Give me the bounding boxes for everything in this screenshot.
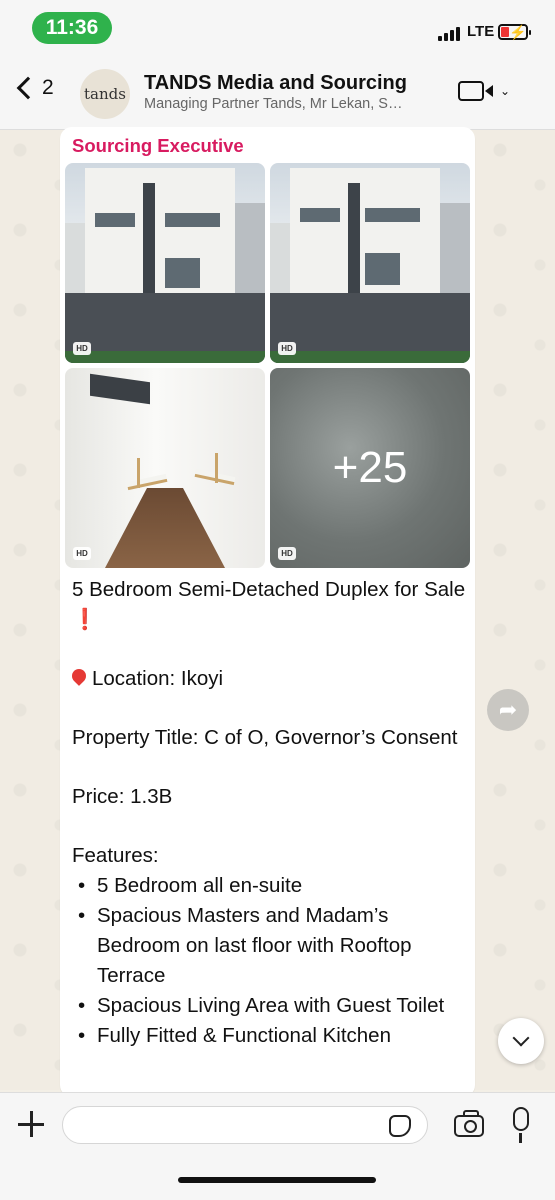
media-thumbnail[interactable]: HD [65, 163, 265, 363]
media-thumbnail[interactable]: HD [65, 368, 265, 568]
video-call-button[interactable]: ⌄ [458, 81, 510, 101]
microphone-icon[interactable] [513, 1107, 529, 1143]
scroll-to-bottom-button[interactable] [498, 1018, 544, 1064]
chevron-down-icon: ⌄ [500, 84, 511, 98]
forward-icon: ➦ [498, 697, 518, 722]
hd-badge: HD [278, 547, 296, 560]
chat-header: 2 tands TANDS Media and Sourcing Managin… [0, 58, 555, 130]
chat-title[interactable]: TANDS Media and Sourcing [144, 72, 407, 95]
location-pin-icon [69, 666, 89, 686]
feature-item: Spacious Masters and Madam’s Bedroom on … [72, 901, 467, 991]
message-property-title: Property Title: C of O, Governor’s Conse… [72, 726, 458, 749]
unread-count: 2 [42, 76, 54, 99]
status-bar: 11:36 LTE ⚡ [0, 0, 555, 58]
hd-badge: HD [73, 547, 91, 560]
media-thumbnail[interactable]: HD [270, 163, 470, 363]
chevron-left-icon [16, 76, 40, 100]
feature-item: Spacious Living Area with Guest Toilet [72, 991, 467, 1021]
exclamation-icon: ❗ [72, 608, 98, 631]
house-photo [270, 163, 470, 363]
group-avatar[interactable]: tands [80, 69, 130, 119]
room-photo [65, 368, 265, 568]
media-more-thumbnail[interactable]: +25 HD [270, 368, 470, 568]
message-bubble[interactable]: Sourcing Executive HD HD HD +25 HD 5 Bed… [60, 127, 475, 1097]
sender-name[interactable]: Sourcing Executive [72, 135, 244, 157]
back-button[interactable]: 2 [14, 76, 54, 100]
battery-icon: ⚡ [498, 24, 531, 40]
house-photo [65, 163, 265, 363]
message-headline: 5 Bedroom Semi-Detached Duplex for Sale … [72, 578, 466, 631]
chevron-down-icon [512, 1029, 530, 1047]
message-text: 5 Bedroom Semi-Detached Duplex for Sale … [69, 575, 467, 1051]
composer-bar [0, 1092, 555, 1200]
status-time: 11:36 [32, 12, 112, 44]
hd-badge: HD [278, 342, 296, 355]
video-call-icon [458, 81, 493, 101]
attach-button[interactable] [16, 1109, 46, 1139]
chat-subtitle[interactable]: Managing Partner Tands, Mr Lekan, S… [144, 96, 444, 112]
message-price: Price: 1.3B [72, 785, 173, 808]
message-location: Location: Ikoyi [69, 664, 467, 694]
message-input[interactable] [62, 1106, 428, 1144]
forward-button[interactable]: ➦ [487, 689, 529, 731]
feature-item: 5 Bedroom all en-suite [72, 871, 467, 901]
signal-icon [438, 25, 460, 41]
features-list: 5 Bedroom all en-suite Spacious Masters … [72, 871, 467, 1051]
features-heading: Features: [72, 844, 159, 867]
feature-item: Fully Fitted & Functional Kitchen [72, 1021, 467, 1051]
hd-badge: HD [73, 342, 91, 355]
network-type: LTE [467, 23, 495, 40]
more-media-count: +25 [332, 443, 408, 492]
camera-icon[interactable] [454, 1110, 484, 1137]
home-indicator [178, 1177, 376, 1183]
